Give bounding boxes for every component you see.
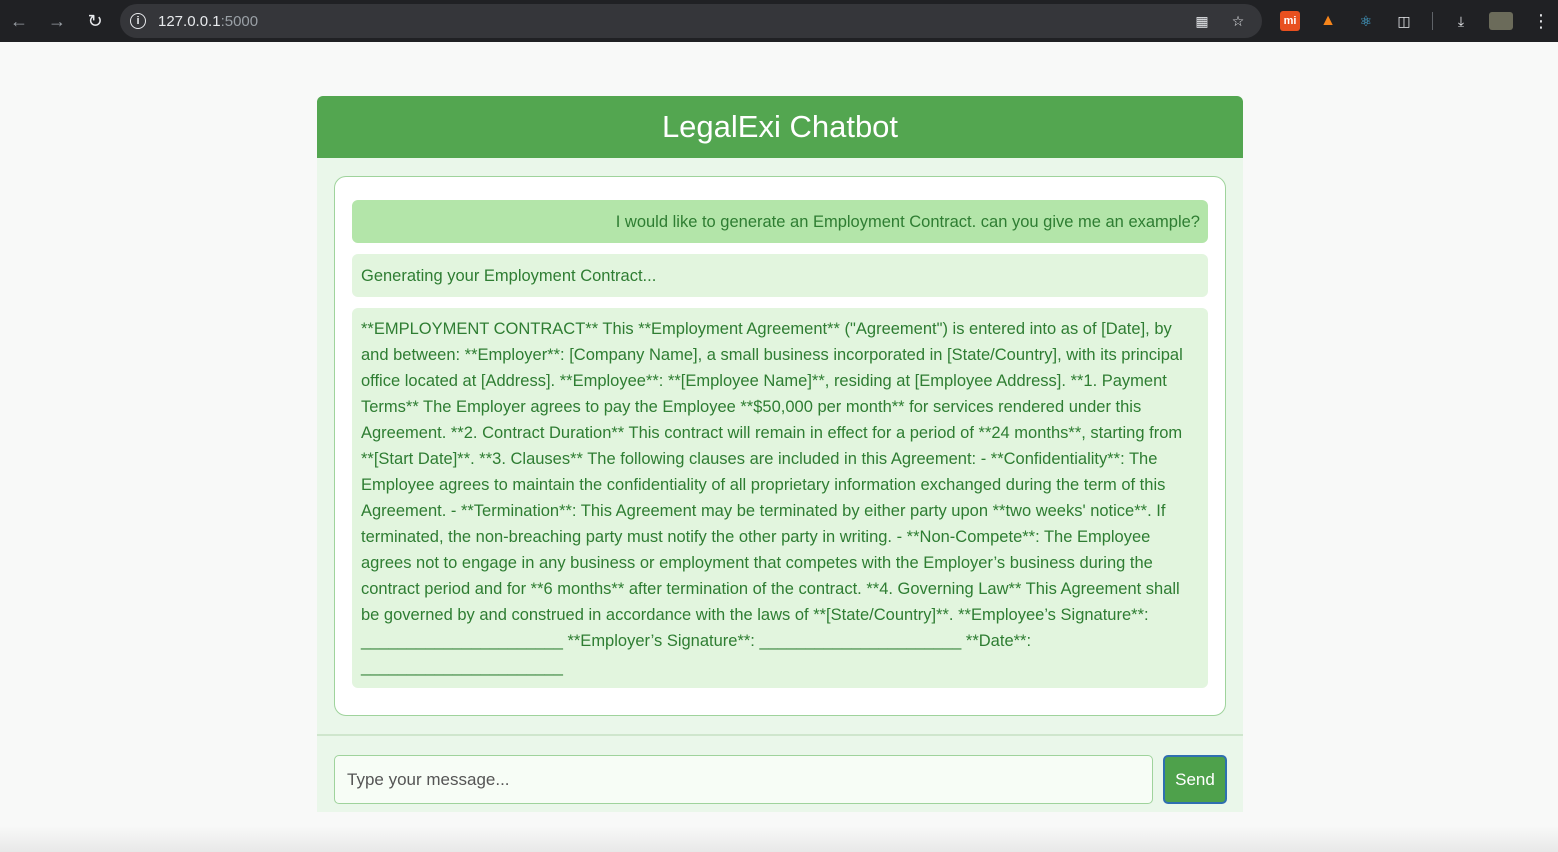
download-icon[interactable]: ⤓ <box>1451 11 1471 31</box>
browser-toolbar: ← → ↻ i 127.0.0.1:5000 ▦ ☆ mi ▲ ⚛ ◫ ⤓ ⋮ <box>0 0 1558 42</box>
app-header: LegalExi Chatbot <box>317 96 1243 158</box>
more-menu-icon[interactable]: ⋮ <box>1531 11 1551 31</box>
back-icon[interactable]: ← <box>0 4 38 38</box>
url-port: :5000 <box>220 12 259 30</box>
bot-message-text: **EMPLOYMENT CONTRACT** This **Employmen… <box>361 320 1183 676</box>
forward-icon[interactable]: → <box>38 4 76 38</box>
mi-extension-icon[interactable]: mi <box>1280 11 1300 31</box>
address-bar[interactable]: i 127.0.0.1:5000 ▦ ☆ <box>120 4 1262 38</box>
metamask-fox-icon[interactable]: ▲ <box>1318 11 1338 31</box>
site-info-icon[interactable]: i <box>130 13 146 29</box>
profile-avatar[interactable] <box>1489 12 1513 30</box>
send-button[interactable]: Send <box>1163 755 1227 804</box>
url-host: 127.0.0.1 <box>158 12 221 30</box>
toolbar-separator <box>1432 12 1433 30</box>
bookmark-star-icon[interactable]: ☆ <box>1228 11 1248 31</box>
reload-icon[interactable]: ↻ <box>76 4 114 38</box>
user-message: I would like to generate an Employment C… <box>352 200 1208 243</box>
message-input[interactable] <box>334 755 1153 804</box>
chat-history[interactable]: I would like to generate an Employment C… <box>334 176 1226 716</box>
flask-extension-icon[interactable]: ⚛ <box>1356 11 1376 31</box>
app-title: LegalExi Chatbot <box>661 109 899 144</box>
bot-message: **EMPLOYMENT CONTRACT** This **Employmen… <box>352 308 1208 688</box>
bot-message-text: Generating your Employment Contract... <box>361 266 657 285</box>
translate-icon[interactable]: ▦ <box>1192 11 1212 31</box>
extensions-puzzle-icon[interactable]: ◫ <box>1394 11 1414 31</box>
user-message-text: I would like to generate an Employment C… <box>615 212 1200 231</box>
bot-message: Generating your Employment Contract... <box>352 254 1208 297</box>
input-divider <box>317 734 1243 736</box>
chat-app: LegalExi Chatbot I would like to generat… <box>317 96 1243 812</box>
window-bottom-edge <box>0 826 1558 852</box>
